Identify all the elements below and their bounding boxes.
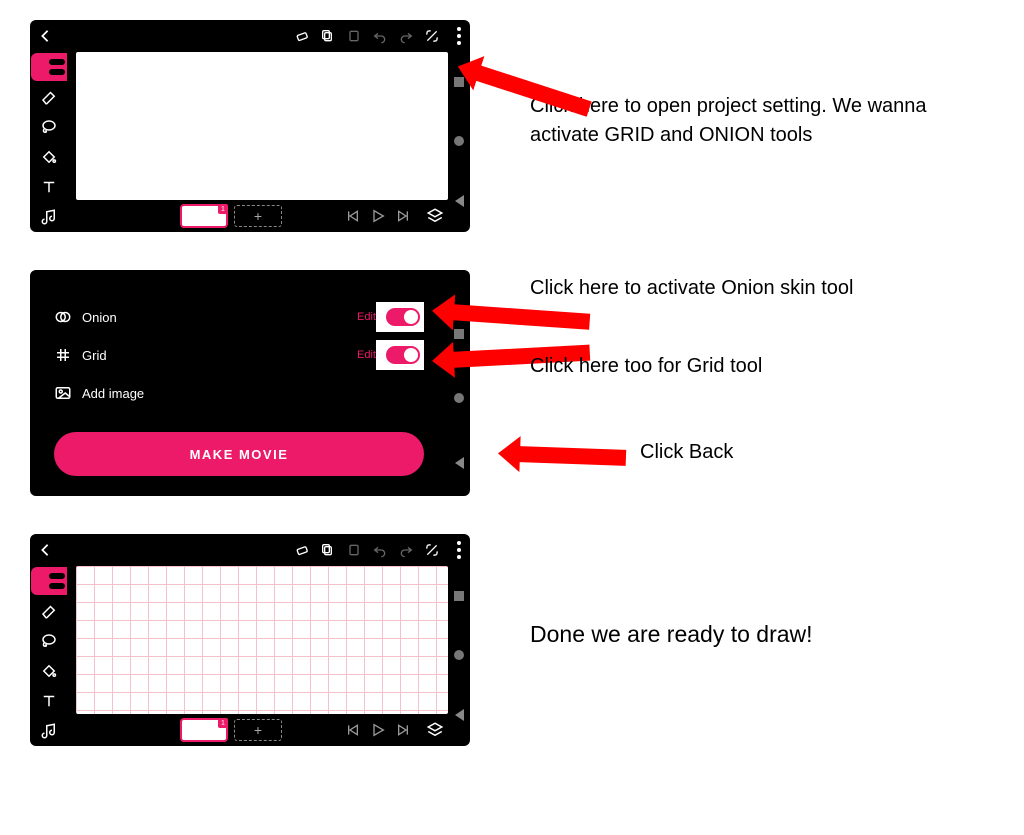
pen-tool[interactable]	[30, 566, 68, 596]
redo-icon[interactable]	[398, 542, 414, 558]
lasso-icon	[40, 632, 58, 650]
chevron-left-icon	[38, 29, 52, 43]
setting-label: Onion	[82, 310, 117, 325]
annotation-text: Click here too for Grid tool	[530, 352, 762, 380]
undo-icon[interactable]	[372, 28, 388, 44]
redo-icon[interactable]	[398, 28, 414, 44]
text-icon	[40, 692, 58, 710]
copy-icon[interactable]	[320, 28, 336, 44]
play-icon[interactable]	[370, 722, 386, 738]
fill-tool[interactable]	[30, 142, 68, 172]
layers-icon[interactable]	[426, 721, 444, 739]
frame-thumbnail[interactable]	[180, 718, 228, 742]
bucket-icon	[40, 662, 58, 680]
lasso-tool[interactable]	[30, 626, 68, 656]
make-movie-label: MAKE MOVIE	[190, 447, 289, 462]
editor-screenshot-before: +	[30, 20, 470, 232]
eraser-tool[interactable]	[30, 82, 68, 112]
android-nav-bar	[448, 302, 470, 496]
eraser-tool[interactable]	[30, 596, 68, 626]
audio-tool[interactable]	[30, 716, 68, 746]
back-button[interactable]	[38, 543, 68, 557]
eraser-shape-icon	[40, 602, 58, 620]
back-button[interactable]	[38, 29, 68, 43]
nav-recents[interactable]	[454, 329, 464, 339]
onion-icon	[54, 308, 72, 326]
music-icon	[40, 208, 58, 226]
nav-home[interactable]	[454, 650, 464, 660]
grid-edit-link[interactable]: Edit	[357, 349, 376, 361]
drawing-canvas-grid[interactable]	[76, 566, 448, 714]
make-movie-button[interactable]: MAKE MOVIE	[54, 432, 424, 476]
music-icon	[40, 722, 58, 740]
setting-label: Add image	[82, 386, 144, 401]
editor-top-bar	[30, 20, 448, 52]
annotation-done: Done we are ready to draw!	[530, 618, 994, 661]
tool-sidebar	[30, 566, 68, 746]
play-icon[interactable]	[370, 208, 386, 224]
annotation-text: Click here to activate Onion skin tool	[530, 274, 854, 302]
pen-tool[interactable]	[30, 52, 68, 82]
nav-back[interactable]	[455, 709, 464, 721]
arrow-icon	[516, 446, 626, 466]
grid-icon	[54, 346, 72, 364]
skip-end-icon[interactable]	[396, 208, 412, 224]
onion-toggle[interactable]	[386, 308, 420, 326]
annotation-text: Click Back	[640, 438, 733, 466]
audio-tool[interactable]	[30, 202, 68, 232]
copy-icon[interactable]	[320, 542, 336, 558]
more-menu-button[interactable]	[452, 540, 466, 560]
annotation-step1: Click here to open project setting. We w…	[530, 92, 994, 160]
text-tool[interactable]	[30, 686, 68, 716]
expand-icon[interactable]	[424, 28, 440, 44]
skip-start-icon[interactable]	[344, 722, 360, 738]
annotation-step2: Click here to activate Onion skin tool C…	[530, 270, 994, 496]
tool-sidebar	[30, 52, 68, 232]
layers-icon[interactable]	[426, 207, 444, 225]
drawing-canvas[interactable]	[76, 52, 448, 200]
nav-back[interactable]	[455, 457, 464, 469]
timeline-bar: +	[76, 200, 448, 232]
nav-back[interactable]	[455, 195, 464, 207]
text-tool[interactable]	[30, 172, 68, 202]
skip-start-icon[interactable]	[344, 208, 360, 224]
nav-home[interactable]	[454, 393, 464, 403]
image-icon	[54, 384, 72, 402]
lasso-tool[interactable]	[30, 112, 68, 142]
add-frame-button[interactable]: +	[234, 205, 282, 227]
fill-tool[interactable]	[30, 656, 68, 686]
editor-screenshot-after: +	[30, 534, 470, 746]
lasso-icon	[40, 118, 58, 136]
setting-onion: Onion Edit	[54, 298, 424, 336]
nav-home[interactable]	[454, 136, 464, 146]
annotation-text: Click here to open project setting. We w…	[530, 92, 994, 150]
editor-top-bar	[30, 534, 448, 566]
eraser-icon[interactable]	[294, 28, 310, 44]
setting-add-image[interactable]: Add image	[54, 374, 424, 412]
setting-grid: Grid Edit	[54, 336, 424, 374]
timeline-bar: +	[76, 714, 448, 746]
add-frame-button[interactable]: +	[234, 719, 282, 741]
bucket-icon	[40, 148, 58, 166]
android-nav-bar	[448, 566, 470, 746]
undo-icon[interactable]	[372, 542, 388, 558]
setting-label: Grid	[82, 348, 107, 363]
nav-recents[interactable]	[454, 591, 464, 601]
expand-icon[interactable]	[424, 542, 440, 558]
chevron-left-icon	[38, 543, 52, 557]
arrow-icon	[449, 304, 590, 330]
skip-end-icon[interactable]	[396, 722, 412, 738]
paste-icon[interactable]	[346, 28, 362, 44]
onion-edit-link[interactable]: Edit	[357, 311, 376, 323]
frame-thumbnail[interactable]	[180, 204, 228, 228]
annotation-text: Done we are ready to draw!	[530, 618, 994, 651]
settings-screenshot: Onion Edit Grid Edit Add image MAKE MOVI…	[30, 270, 470, 496]
more-menu-button[interactable]	[452, 26, 466, 46]
grid-toggle[interactable]	[386, 346, 420, 364]
paste-icon[interactable]	[346, 542, 362, 558]
eraser-icon[interactable]	[294, 542, 310, 558]
eraser-shape-icon	[40, 88, 58, 106]
text-icon	[40, 178, 58, 196]
